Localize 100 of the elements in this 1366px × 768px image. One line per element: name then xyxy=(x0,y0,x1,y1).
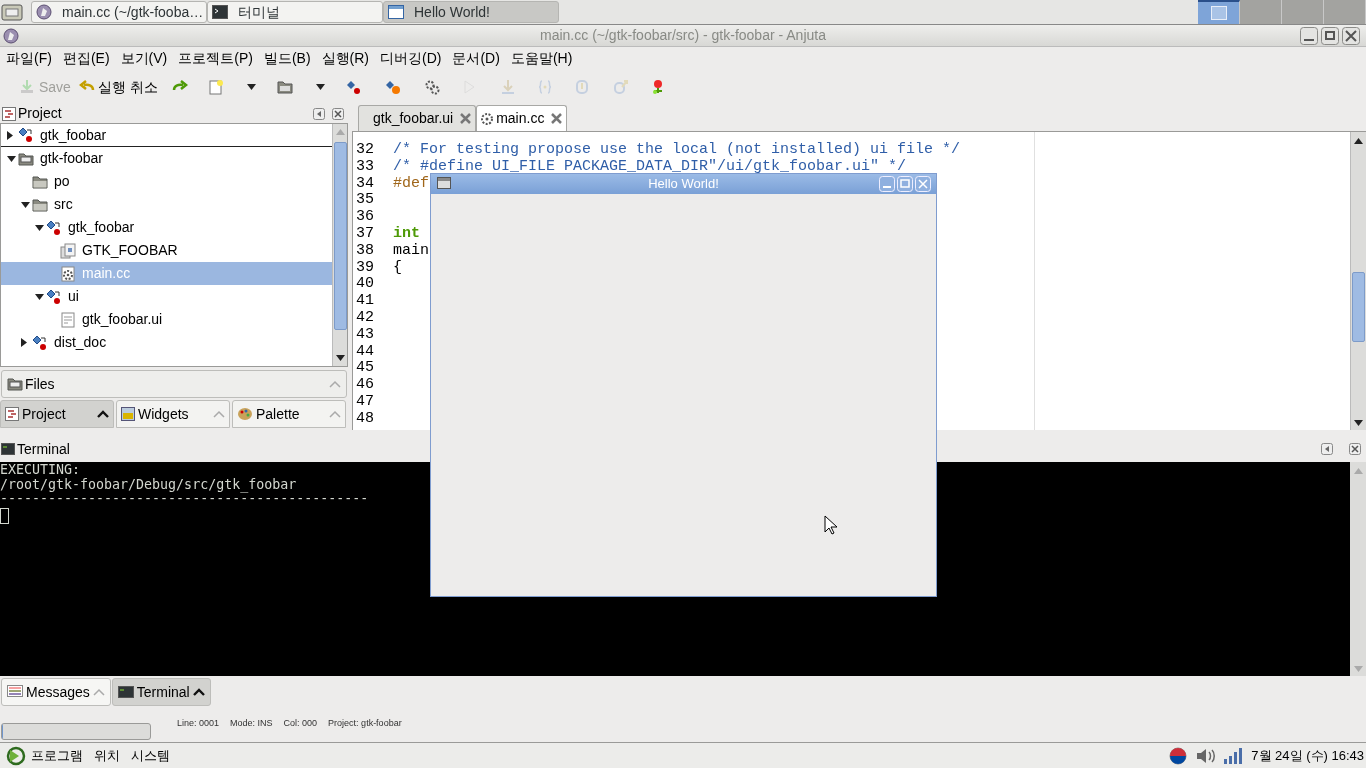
expander-icon[interactable] xyxy=(7,131,13,140)
terminal-line: ---------------------------------------------- xyxy=(0,492,370,507)
keyboard-flag-icon[interactable] xyxy=(1167,745,1190,766)
menu-item[interactable]: 파일(F) xyxy=(2,48,56,69)
window-title: Hello World! xyxy=(648,175,719,194)
palette-icon xyxy=(237,407,253,421)
menu-item[interactable]: 프로그램 xyxy=(31,745,83,766)
toolbar-button[interactable]: 실행 취소 xyxy=(78,74,158,100)
tab[interactable]: Palette xyxy=(232,400,346,428)
line-number: 48 xyxy=(355,410,375,428)
step-icon xyxy=(573,79,590,95)
maximize-icon[interactable] xyxy=(1321,27,1339,45)
tree-item[interactable]: po xyxy=(1,170,332,193)
close-icon[interactable] xyxy=(1342,27,1360,45)
menu-item[interactable]: 문서(D) xyxy=(448,48,504,69)
menu-item[interactable]: 편집(E) xyxy=(58,48,114,69)
status-text: Mode: INS xyxy=(230,717,273,731)
close-icon[interactable] xyxy=(1349,443,1361,455)
volume-icon[interactable] xyxy=(1195,746,1218,765)
new-file-icon xyxy=(207,79,224,95)
clock[interactable]: 7월 24일 (수) 16:43 xyxy=(1251,745,1364,766)
arrow-out-icon xyxy=(612,79,629,95)
terminal-icon xyxy=(212,5,228,19)
tree-item[interactable]: gtk_foobar.ui xyxy=(1,308,332,331)
editor-tab[interactable]: main.cc xyxy=(476,105,568,131)
menu-item[interactable]: 실행(R) xyxy=(317,48,373,69)
scrollbar[interactable] xyxy=(1350,132,1366,430)
line-number: 43 xyxy=(355,326,375,344)
arrow-down-icon[interactable] xyxy=(335,355,345,361)
project-icon xyxy=(5,407,19,421)
close-icon[interactable] xyxy=(332,107,344,120)
editor-tab[interactable]: gtk_foobar.ui xyxy=(358,105,477,131)
minimize-icon[interactable] xyxy=(1300,27,1318,45)
scrollbar[interactable] xyxy=(332,124,347,366)
close-icon[interactable] xyxy=(551,113,563,124)
tab[interactable]: Widgets xyxy=(116,400,230,428)
target-icon xyxy=(46,219,62,236)
expander-icon[interactable] xyxy=(7,155,16,162)
window-title: main.cc (~/gtk-foobar/src) - gtk-foobar - Anjuta xyxy=(540,26,826,45)
tree-item[interactable]: src xyxy=(1,193,332,216)
pin-icon[interactable] xyxy=(1321,443,1333,455)
tree-item[interactable]: gtk_foobar xyxy=(1,124,332,147)
documents-icon xyxy=(60,242,76,259)
menu-item[interactable]: 디버깅(D) xyxy=(376,48,446,69)
gears-icon xyxy=(423,79,440,95)
scrollbar-thumb[interactable] xyxy=(1352,272,1365,342)
chevron-up-icon xyxy=(92,688,105,696)
document-icon xyxy=(60,311,76,328)
horse-icon[interactable] xyxy=(3,28,19,44)
chevron-up-icon xyxy=(329,410,341,418)
task-button[interactable]: main.cc (~/gtk-fooba… xyxy=(31,1,207,23)
window-thumbnail-icon xyxy=(1210,6,1227,20)
tree-item[interactable]: GTK_FOOBAR xyxy=(1,239,332,262)
panel-title: Terminal xyxy=(17,439,70,459)
code-line: main xyxy=(393,242,429,260)
line-number: 34 xyxy=(355,175,375,193)
pin-icon[interactable] xyxy=(313,107,325,120)
menu-logo-icon[interactable] xyxy=(6,745,26,766)
tree-item[interactable]: gtk-foobar xyxy=(1,147,332,170)
arrow-down-icon[interactable] xyxy=(1354,420,1363,426)
expander-icon[interactable] xyxy=(21,201,30,208)
code-line: #def xyxy=(393,175,429,193)
terminal-icon xyxy=(117,686,134,698)
status-text: Line: 0001 xyxy=(177,717,220,731)
tree-item[interactable]: dist_doc xyxy=(1,331,332,354)
expander-icon[interactable] xyxy=(35,224,44,231)
horse-icon xyxy=(36,4,52,20)
workspace[interactable] xyxy=(1198,0,1240,24)
expander-icon[interactable] xyxy=(21,338,27,347)
chevron-up-icon xyxy=(97,410,109,418)
line-number: 44 xyxy=(355,343,375,361)
menu-item[interactable]: 위치 xyxy=(94,745,120,766)
tree-item[interactable]: gtk_foobar xyxy=(1,216,332,239)
task-button[interactable]: Hello World! xyxy=(383,1,559,23)
signal-icon[interactable] xyxy=(1223,746,1244,765)
tab[interactable]: Terminal xyxy=(111,678,211,706)
menu-item[interactable]: 시스템 xyxy=(131,745,170,766)
tab[interactable]: Project xyxy=(0,400,114,428)
line-number: 45 xyxy=(355,360,375,378)
task-button[interactable]: 터미널 xyxy=(207,1,383,23)
menu-item[interactable]: 도움말(H) xyxy=(506,48,577,69)
tree-item[interactable]: ui xyxy=(1,285,332,308)
chevron-up-icon xyxy=(192,688,205,696)
files-bar[interactable]: Files xyxy=(1,370,347,398)
caret-down-icon xyxy=(315,84,325,90)
close-icon[interactable] xyxy=(460,113,472,124)
expander-icon[interactable] xyxy=(35,293,44,300)
menu-item[interactable]: 보기(V) xyxy=(116,48,172,69)
scrollbar-thumb[interactable] xyxy=(333,142,347,330)
code-line: /* For testing propose use the local (not installed) ui file */ xyxy=(393,142,961,159)
target-icon xyxy=(32,334,48,351)
menu-item[interactable]: 빌드(B) xyxy=(259,48,315,69)
line-number: 33 xyxy=(355,158,375,176)
menu-item[interactable]: 프로젝트(P) xyxy=(174,48,257,69)
arrow-up-icon[interactable] xyxy=(1354,138,1363,144)
line-number: 36 xyxy=(355,209,375,226)
computer-icon[interactable] xyxy=(1,2,23,22)
tab[interactable]: Messages xyxy=(1,678,111,706)
terminal-line: EXECUTING: xyxy=(0,463,82,478)
project-icon xyxy=(2,106,16,121)
